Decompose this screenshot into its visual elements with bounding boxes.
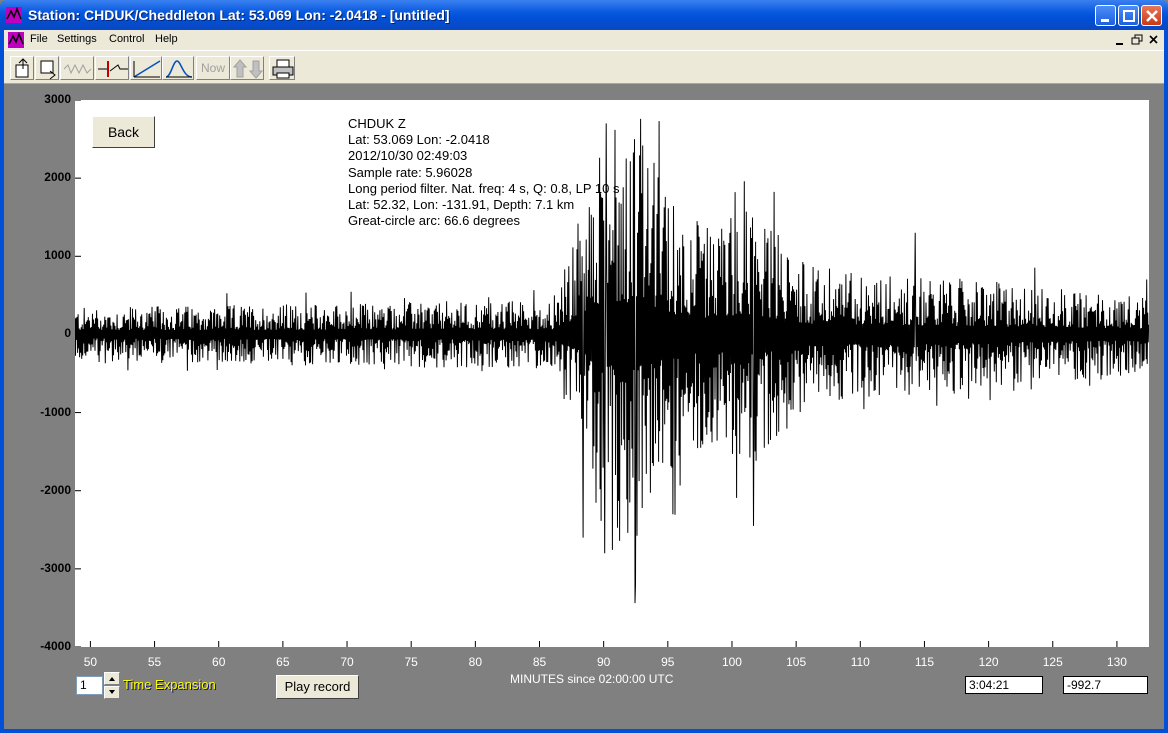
x-tick-label: 80 bbox=[468, 655, 483, 669]
now-button[interactable]: Now bbox=[196, 56, 230, 80]
window-frame-bottom bbox=[0, 729, 1168, 733]
x-tick-label: 50 bbox=[83, 655, 98, 669]
maximize-button[interactable] bbox=[1118, 5, 1139, 26]
close-button[interactable] bbox=[1141, 5, 1162, 26]
window-title: Station: CHDUK/Cheddleton Lat: 53.069 Lo… bbox=[28, 7, 450, 23]
x-tick-label: 55 bbox=[147, 655, 162, 669]
now-label: Now bbox=[201, 61, 226, 75]
spin-up-button[interactable] bbox=[104, 672, 120, 685]
arrow-up-icon bbox=[109, 677, 115, 681]
x-tick-label: 70 bbox=[340, 655, 354, 669]
play-record-button[interactable]: Play record bbox=[276, 675, 359, 699]
y-tick-label: -2000 bbox=[40, 482, 71, 497]
spectrum-icon bbox=[133, 60, 161, 78]
open-file-icon bbox=[15, 58, 29, 78]
printer-icon bbox=[272, 59, 294, 79]
title-bar: Station: CHDUK/Cheddleton Lat: 53.069 Lo… bbox=[0, 0, 1168, 30]
x-tick-label: 105 bbox=[786, 655, 807, 669]
pick-button[interactable] bbox=[95, 56, 129, 80]
info-sample-rate: Sample rate: 5.96028 bbox=[348, 164, 473, 180]
save-file-button[interactable] bbox=[35, 56, 59, 80]
info-location: Lat: 53.069 Lon: -2.0418 bbox=[348, 132, 490, 148]
y-tick-label: 2000 bbox=[44, 170, 71, 185]
child-minimize-button[interactable] bbox=[1112, 33, 1128, 47]
time-readout: 3:04:21 bbox=[965, 676, 1043, 694]
x-axis-title: MINUTES since 02:00:00 UTC bbox=[510, 672, 674, 686]
app-icon bbox=[6, 7, 22, 23]
x-tick-label: 130 bbox=[1106, 655, 1127, 669]
toolbar: Now bbox=[4, 50, 1164, 84]
time-expansion-input[interactable]: 1 bbox=[76, 676, 103, 695]
menu-control[interactable]: Control bbox=[109, 33, 144, 45]
close-icon bbox=[1146, 10, 1158, 22]
x-tick-label: 90 bbox=[596, 655, 611, 669]
info-station: CHDUK Z bbox=[348, 116, 406, 131]
document-icon bbox=[8, 32, 24, 48]
y-tick-label: -1000 bbox=[40, 404, 71, 419]
restore-icon bbox=[1131, 34, 1143, 45]
menu-help[interactable]: Help bbox=[155, 33, 178, 45]
open-file-button[interactable] bbox=[10, 56, 34, 80]
time-expansion-label: Time Expansion bbox=[123, 677, 216, 692]
x-tick-label: 100 bbox=[721, 655, 742, 669]
child-close-button[interactable] bbox=[1146, 33, 1162, 47]
waveform-button[interactable] bbox=[60, 56, 94, 80]
x-tick-label: 60 bbox=[212, 655, 226, 669]
save-file-icon bbox=[40, 60, 56, 80]
x-tick-label: 115 bbox=[914, 655, 934, 669]
print-button[interactable] bbox=[269, 56, 295, 80]
x-tick-label: 120 bbox=[978, 655, 999, 669]
x-tick-label: 75 bbox=[404, 655, 418, 669]
x-tick-label: 65 bbox=[276, 655, 290, 669]
x-tick-label: 125 bbox=[1042, 655, 1063, 669]
menu-bar: File Settings Control Help bbox=[4, 30, 1164, 50]
info-arc: Great-circle arc: 66.6 degrees bbox=[348, 213, 520, 229]
spectrum-button[interactable] bbox=[130, 56, 162, 80]
y-tick-label: -4000 bbox=[40, 639, 71, 653]
minimize-icon bbox=[1101, 19, 1109, 22]
window-frame-right bbox=[1164, 30, 1168, 733]
response-icon bbox=[165, 60, 193, 78]
waveform-icon bbox=[63, 63, 92, 75]
scroll-arrows-button[interactable] bbox=[230, 56, 264, 80]
up-down-arrows-icon bbox=[232, 59, 264, 79]
response-button[interactable] bbox=[162, 56, 194, 80]
info-datetime: 2012/10/30 02:49:03 bbox=[348, 148, 468, 164]
arrow-down-icon bbox=[109, 690, 115, 694]
spin-down-button[interactable] bbox=[104, 686, 120, 699]
child-restore-button[interactable] bbox=[1129, 33, 1145, 47]
station-info: CHDUK Z Lat: 53.069 Lon: -2.0418 2012/10… bbox=[348, 116, 619, 229]
minimize-button[interactable] bbox=[1095, 5, 1116, 26]
x-tick-label: 110 bbox=[850, 655, 870, 669]
x-tick-label: 85 bbox=[532, 655, 547, 669]
menu-settings[interactable]: Settings bbox=[57, 33, 97, 45]
value-readout: -992.7 bbox=[1063, 676, 1148, 694]
back-button[interactable]: Back bbox=[92, 116, 155, 148]
y-tick-label: -3000 bbox=[40, 560, 71, 575]
info-filter: Long period filter. Nat. freq: 4 s, Q: 0… bbox=[348, 180, 620, 196]
minimize-icon bbox=[1116, 43, 1123, 45]
maximize-icon bbox=[1123, 10, 1135, 22]
close-icon bbox=[1149, 35, 1158, 44]
x-tick-label: 95 bbox=[661, 655, 675, 669]
y-tick-label: 1000 bbox=[44, 248, 71, 263]
menu-file[interactable]: File bbox=[30, 33, 48, 45]
info-event-location: Lat: 52.32, Lon: -131.91, Depth: 7.1 km bbox=[348, 197, 575, 213]
pick-icon bbox=[98, 61, 128, 77]
y-tick-label: 0 bbox=[64, 326, 71, 341]
y-tick-label: 3000 bbox=[44, 92, 71, 106]
